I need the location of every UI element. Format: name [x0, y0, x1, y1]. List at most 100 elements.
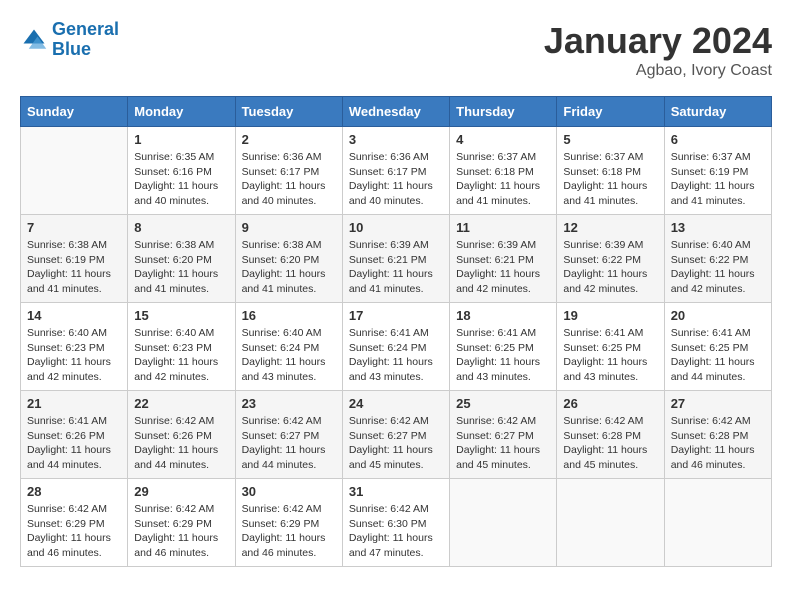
day-info: Sunrise: 6:42 AM Sunset: 6:27 PM Dayligh…	[456, 414, 550, 473]
weekday-row: SundayMondayTuesdayWednesdayThursdayFrid…	[21, 97, 772, 127]
day-number: 1	[134, 132, 228, 147]
calendar-cell: 10Sunrise: 6:39 AM Sunset: 6:21 PM Dayli…	[342, 215, 449, 303]
day-info: Sunrise: 6:39 AM Sunset: 6:22 PM Dayligh…	[563, 238, 657, 297]
calendar-week-row: 14 Sunrise: 6:40 AM Sunset: 6:23 PM Dayli…	[21, 303, 772, 391]
calendar-cell: 8 Sunrise: 6:38 AM Sunset: 6:20 PM Daylig…	[128, 215, 235, 303]
day-info: Sunrise: 6:38 AM Sunset: 6:20 PM Dayligh…	[242, 238, 336, 297]
day-number: 27	[671, 396, 765, 411]
calendar-cell: 15 Sunrise: 6:40 AM Sunset: 6:23 PM Dayli…	[128, 303, 235, 391]
calendar-cell: 31 Sunrise: 6:42 AM Sunset: 6:30 PM Dayli…	[342, 479, 449, 567]
day-info: Sunrise: 6:40 AM Sunset: 6:24 PM Dayligh…	[242, 326, 336, 385]
day-number: 23	[242, 396, 336, 411]
day-info: Sunrise: 6:40 AM Sunset: 6:23 PM Dayligh…	[134, 326, 228, 385]
calendar-cell: 7 Sunrise: 6:38 AM Sunset: 6:19 PM Daylig…	[21, 215, 128, 303]
logo-line2: Blue	[52, 39, 91, 59]
calendar-cell: 11 Sunrise: 6:39 AM Sunset: 6:21 PM Dayli…	[450, 215, 557, 303]
calendar-table: SundayMondayTuesdayWednesdayThursdayFrid…	[20, 96, 772, 567]
calendar-cell: 30 Sunrise: 6:42 AM Sunset: 6:29 PM Dayli…	[235, 479, 342, 567]
day-info: Sunrise: 6:38 AM Sunset: 6:20 PM Dayligh…	[134, 238, 228, 297]
calendar-cell: 17Sunrise: 6:41 AM Sunset: 6:24 PM Dayli…	[342, 303, 449, 391]
day-number: 15	[134, 308, 228, 323]
weekday-header: Monday	[128, 97, 235, 127]
day-info: Sunrise: 6:42 AM Sunset: 6:29 PM Dayligh…	[27, 502, 121, 561]
calendar-cell: 21 Sunrise: 6:41 AM Sunset: 6:26 PM Dayli…	[21, 391, 128, 479]
day-number: 5	[563, 132, 657, 147]
day-number: 26	[563, 396, 657, 411]
calendar-cell: 18 Sunrise: 6:41 AM Sunset: 6:25 PM Dayli…	[450, 303, 557, 391]
day-number: 11	[456, 220, 550, 235]
day-info: Sunrise: 6:42 AM Sunset: 6:28 PM Dayligh…	[563, 414, 657, 473]
calendar-week-row: 7 Sunrise: 6:38 AM Sunset: 6:19 PM Daylig…	[21, 215, 772, 303]
day-number: 18	[456, 308, 550, 323]
calendar-cell: 24 Sunrise: 6:42 AM Sunset: 6:27 PM Dayli…	[342, 391, 449, 479]
day-number: 14	[27, 308, 121, 323]
weekday-header: Wednesday	[342, 97, 449, 127]
day-number: 20	[671, 308, 765, 323]
day-info: Sunrise: 6:40 AM Sunset: 6:23 PM Dayligh…	[27, 326, 121, 385]
day-info: Sunrise: 6:38 AM Sunset: 6:19 PM Dayligh…	[27, 238, 121, 297]
day-info: Sunrise: 6:37 AM Sunset: 6:18 PM Dayligh…	[563, 150, 657, 209]
calendar-cell: 19Sunrise: 6:41 AM Sunset: 6:25 PM Dayli…	[557, 303, 664, 391]
calendar-week-row: 28 Sunrise: 6:42 AM Sunset: 6:29 PM Dayli…	[21, 479, 772, 567]
day-info: Sunrise: 6:42 AM Sunset: 6:29 PM Dayligh…	[242, 502, 336, 561]
calendar-body: 1Sunrise: 6:35 AM Sunset: 6:16 PM Daylig…	[21, 127, 772, 567]
day-info: Sunrise: 6:42 AM Sunset: 6:30 PM Dayligh…	[349, 502, 443, 561]
calendar-week-row: 1Sunrise: 6:35 AM Sunset: 6:16 PM Daylig…	[21, 127, 772, 215]
day-info: Sunrise: 6:42 AM Sunset: 6:28 PM Dayligh…	[671, 414, 765, 473]
day-number: 24	[349, 396, 443, 411]
calendar-cell: 16Sunrise: 6:40 AM Sunset: 6:24 PM Dayli…	[235, 303, 342, 391]
day-info: Sunrise: 6:42 AM Sunset: 6:27 PM Dayligh…	[349, 414, 443, 473]
logo: General Blue	[20, 20, 119, 60]
weekday-header: Sunday	[21, 97, 128, 127]
calendar-cell: 3Sunrise: 6:36 AM Sunset: 6:17 PM Daylig…	[342, 127, 449, 215]
month-title: January 2024	[544, 20, 772, 62]
calendar-cell: 4Sunrise: 6:37 AM Sunset: 6:18 PM Daylig…	[450, 127, 557, 215]
weekday-header: Saturday	[664, 97, 771, 127]
day-info: Sunrise: 6:41 AM Sunset: 6:25 PM Dayligh…	[671, 326, 765, 385]
calendar-header: SundayMondayTuesdayWednesdayThursdayFrid…	[21, 97, 772, 127]
calendar-cell: 28 Sunrise: 6:42 AM Sunset: 6:29 PM Dayli…	[21, 479, 128, 567]
weekday-header: Tuesday	[235, 97, 342, 127]
logo-icon	[20, 26, 48, 54]
day-info: Sunrise: 6:41 AM Sunset: 6:25 PM Dayligh…	[563, 326, 657, 385]
day-number: 12	[563, 220, 657, 235]
day-info: Sunrise: 6:41 AM Sunset: 6:26 PM Dayligh…	[27, 414, 121, 473]
day-number: 22	[134, 396, 228, 411]
day-number: 4	[456, 132, 550, 147]
calendar-cell: 2Sunrise: 6:36 AM Sunset: 6:17 PM Daylig…	[235, 127, 342, 215]
calendar-cell: 23 Sunrise: 6:42 AM Sunset: 6:27 PM Dayli…	[235, 391, 342, 479]
day-number: 7	[27, 220, 121, 235]
calendar-cell	[450, 479, 557, 567]
calendar-cell: 20 Sunrise: 6:41 AM Sunset: 6:25 PM Dayli…	[664, 303, 771, 391]
location-subtitle: Agbao, Ivory Coast	[544, 62, 772, 80]
day-number: 21	[27, 396, 121, 411]
calendar-cell: 22 Sunrise: 6:42 AM Sunset: 6:26 PM Dayli…	[128, 391, 235, 479]
day-number: 28	[27, 484, 121, 499]
day-number: 29	[134, 484, 228, 499]
day-info: Sunrise: 6:40 AM Sunset: 6:22 PM Dayligh…	[671, 238, 765, 297]
calendar-cell	[664, 479, 771, 567]
day-info: Sunrise: 6:42 AM Sunset: 6:27 PM Dayligh…	[242, 414, 336, 473]
day-number: 25	[456, 396, 550, 411]
day-info: Sunrise: 6:41 AM Sunset: 6:24 PM Dayligh…	[349, 326, 443, 385]
day-number: 31	[349, 484, 443, 499]
page-header: General Blue January 2024 Agbao, Ivory C…	[20, 20, 772, 80]
day-info: Sunrise: 6:37 AM Sunset: 6:19 PM Dayligh…	[671, 150, 765, 209]
weekday-header: Thursday	[450, 97, 557, 127]
logo-line1: General	[52, 19, 119, 39]
day-number: 6	[671, 132, 765, 147]
day-info: Sunrise: 6:39 AM Sunset: 6:21 PM Dayligh…	[456, 238, 550, 297]
day-number: 2	[242, 132, 336, 147]
day-info: Sunrise: 6:36 AM Sunset: 6:17 PM Dayligh…	[349, 150, 443, 209]
calendar-cell: 13Sunrise: 6:40 AM Sunset: 6:22 PM Dayli…	[664, 215, 771, 303]
day-info: Sunrise: 6:42 AM Sunset: 6:26 PM Dayligh…	[134, 414, 228, 473]
calendar-cell: 6 Sunrise: 6:37 AM Sunset: 6:19 PM Daylig…	[664, 127, 771, 215]
calendar-cell: 5 Sunrise: 6:37 AM Sunset: 6:18 PM Daylig…	[557, 127, 664, 215]
day-info: Sunrise: 6:39 AM Sunset: 6:21 PM Dayligh…	[349, 238, 443, 297]
calendar-cell: 25 Sunrise: 6:42 AM Sunset: 6:27 PM Dayli…	[450, 391, 557, 479]
calendar-cell: 27 Sunrise: 6:42 AM Sunset: 6:28 PM Dayli…	[664, 391, 771, 479]
calendar-cell: 29Sunrise: 6:42 AM Sunset: 6:29 PM Dayli…	[128, 479, 235, 567]
day-number: 8	[134, 220, 228, 235]
day-number: 30	[242, 484, 336, 499]
day-info: Sunrise: 6:41 AM Sunset: 6:25 PM Dayligh…	[456, 326, 550, 385]
